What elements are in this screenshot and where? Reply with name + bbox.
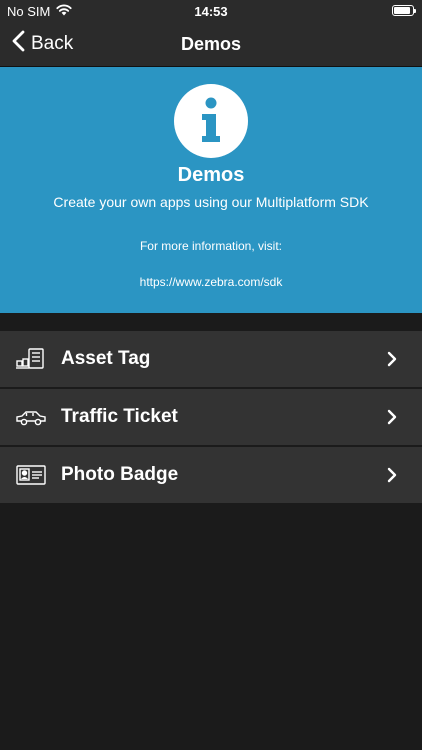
info-banner: Demos Create your own apps using our Mul… bbox=[0, 67, 422, 313]
status-bar: No SIM 14:53 bbox=[0, 0, 422, 22]
menu-item-label: Photo Badge bbox=[61, 464, 179, 485]
menu-item-asset-tag[interactable]: Asset Tag bbox=[0, 331, 422, 389]
battery-icon bbox=[392, 5, 416, 16]
info-title: Demos bbox=[177, 164, 245, 186]
page-title: Demos bbox=[180, 34, 242, 54]
info-subtitle: Create your own apps using our Multiplat… bbox=[53, 194, 369, 210]
chevron-right-icon bbox=[387, 351, 397, 367]
badge-icon bbox=[15, 463, 47, 487]
asset-tag-icon bbox=[15, 347, 47, 371]
menu-item-label: Traffic Ticket bbox=[61, 406, 178, 427]
menu-item-photo-badge[interactable]: Photo Badge bbox=[0, 447, 422, 505]
menu-item-traffic-ticket[interactable]: Traffic Ticket bbox=[0, 389, 422, 447]
status-time: 14:53 bbox=[194, 4, 228, 19]
chevron-right-icon bbox=[387, 409, 397, 425]
car-icon bbox=[15, 405, 47, 429]
sdk-link[interactable]: https://www.zebra.com/sdk bbox=[0, 275, 422, 289]
menu-item-label: Asset Tag bbox=[61, 348, 151, 369]
more-info-label: For more information, visit: bbox=[139, 239, 283, 253]
demo-list: Asset Tag Traffic Ticket Photo Badge bbox=[0, 331, 422, 505]
navigation-bar: Back Demos bbox=[0, 22, 422, 67]
chevron-right-icon bbox=[387, 467, 397, 483]
info-icon bbox=[174, 84, 248, 158]
